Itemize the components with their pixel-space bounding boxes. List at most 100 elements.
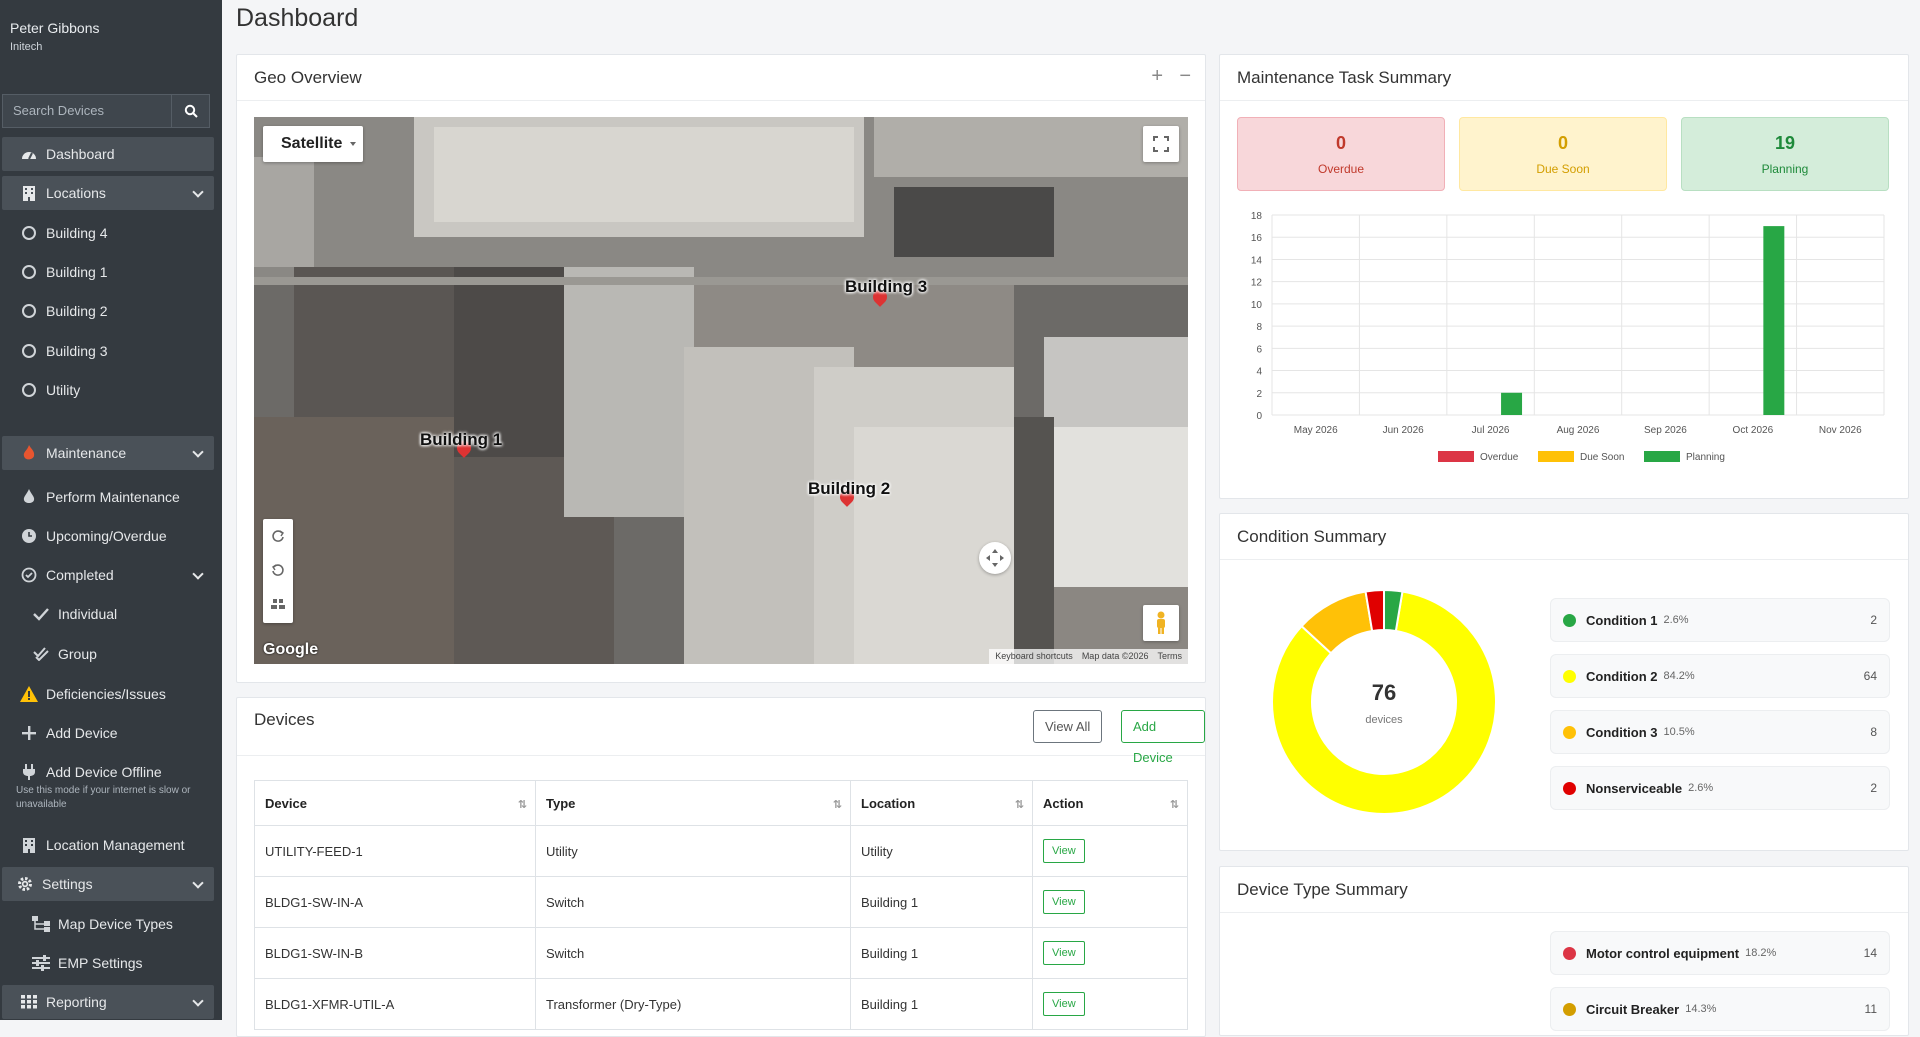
terms-link[interactable]: Terms <box>1158 651 1183 662</box>
legend-dot <box>1563 669 1576 683</box>
device-cell: BLDG1-XFMR-UTIL-A <box>254 978 536 1030</box>
nav-individual-label: Individual <box>58 606 118 622</box>
due-soon-stat[interactable]: 0 Due Soon <box>1459 117 1667 191</box>
maintenance-summary-card: Maintenance Task Summary 0 Overdue 0 Due S… <box>1219 54 1909 499</box>
type-cell: Transformer (Dry-Type) <box>535 978 851 1030</box>
nav-locations[interactable]: Locations <box>2 176 214 210</box>
devices-table: Device ⇅ Type ⇅ Location ⇅ Action ⇅ UTILITY-… <box>254 780 1188 1030</box>
nav-location-item[interactable]: Building 3 <box>2 334 214 368</box>
legend-swatch <box>1644 451 1680 462</box>
legend-dot <box>1563 781 1576 795</box>
tilt-button[interactable] <box>263 587 293 621</box>
nav-add-device[interactable]: Add Device <box>2 716 214 750</box>
nav-location-item[interactable]: Building 1 <box>2 255 214 289</box>
nav-settings[interactable]: Settings <box>2 867 214 901</box>
plug-icon <box>20 763 38 781</box>
nav-dashboard[interactable]: Dashboard <box>2 137 214 171</box>
legend-label: Due Soon <box>1580 452 1624 463</box>
nav-location-item[interactable]: Building 4 <box>2 216 214 250</box>
collapse-button[interactable]: − <box>1179 65 1191 88</box>
column-header-location[interactable]: Location ⇅ <box>850 780 1033 826</box>
view-button[interactable]: View <box>1043 890 1085 914</box>
satellite-imagery <box>254 117 1188 664</box>
building-icon <box>20 184 38 202</box>
condition-legend-item[interactable]: Condition 3 10.5% 8 <box>1550 710 1890 754</box>
plus-icon <box>20 724 38 742</box>
view-button[interactable]: View <box>1043 941 1085 965</box>
legend-count: 8 <box>1870 725 1877 739</box>
nav-location-item[interactable]: Utility <box>2 373 214 407</box>
nav-settings-label: Settings <box>42 876 93 892</box>
condition-legend-item[interactable]: Condition 2 84.2% 64 <box>1550 654 1890 698</box>
view-button[interactable]: View <box>1043 992 1085 1016</box>
fullscreen-button[interactable] <box>1143 126 1179 162</box>
search-input[interactable]: Search Devices <box>2 94 172 128</box>
expand-button[interactable]: + <box>1151 65 1163 88</box>
condition-legend-item[interactable]: Nonserviceable 2.6% 2 <box>1550 766 1890 810</box>
nav-individual[interactable]: Individual <box>2 597 214 631</box>
nav-upcoming-overdue[interactable]: Upcoming/Overdue <box>2 519 214 553</box>
column-header-action[interactable]: Action ⇅ <box>1032 780 1188 826</box>
column-header-type[interactable]: Type ⇅ <box>535 780 851 826</box>
nav-location-management[interactable]: Location Management <box>2 828 214 862</box>
warning-icon <box>20 685 38 703</box>
rotate-clockwise-button[interactable] <box>263 519 293 553</box>
nav-maintenance[interactable]: Maintenance <box>2 436 214 470</box>
device-type-summary-title: Device Type Summary <box>1220 867 1908 913</box>
nav-location-label: Utility <box>46 382 81 398</box>
nav-map-device-types[interactable]: Map Device Types <box>2 907 214 941</box>
satellite-map[interactable]: Satellite Building 3 Building 1 Building… <box>254 117 1188 664</box>
nav-location-mgmt-label: Location Management <box>46 837 185 853</box>
nav-group-label: Group <box>58 646 97 662</box>
x-tick-label: Jul 2026 <box>1472 425 1510 436</box>
nav-completed[interactable]: Completed <box>2 558 214 592</box>
device-type-legend-item[interactable]: Motor control equipment 18.2% 14 <box>1550 931 1890 975</box>
street-view-button[interactable] <box>1143 605 1179 641</box>
nav-emp-settings[interactable]: EMP Settings <box>2 946 214 980</box>
condition-legend-item[interactable]: Condition 1 2.6% 2 <box>1550 598 1890 642</box>
location-cell: Building 1 <box>850 876 1033 928</box>
search-button[interactable] <box>172 94 210 128</box>
nav-reporting-label: Reporting <box>46 994 107 1010</box>
map-pan-control[interactable] <box>979 542 1011 574</box>
add-device-button[interactable]: Add Device <box>1121 710 1205 765</box>
x-tick-label: Aug 2026 <box>1557 425 1600 436</box>
check-icon <box>32 605 50 623</box>
column-header-label: Type <box>546 795 576 811</box>
planning-stat[interactable]: 19 Planning <box>1681 117 1889 191</box>
device-type-legend-item[interactable]: Circuit Breaker 14.3% 11 <box>1550 987 1890 1031</box>
view-button[interactable]: View <box>1043 839 1085 863</box>
rotate-counterclockwise-button[interactable] <box>263 553 293 587</box>
circle-icon <box>20 263 38 281</box>
nav-reporting[interactable]: Reporting <box>2 985 214 1019</box>
nav-perform-maintenance[interactable]: Perform Maintenance <box>2 480 214 514</box>
legend-dot <box>1563 725 1576 739</box>
view-all-button[interactable]: View All <box>1033 710 1103 743</box>
device-type-summary-card: Device Type Summary Motor control equipm… <box>1219 866 1909 1036</box>
sitemap-icon <box>32 915 50 933</box>
user-info: Peter Gibbons Initech <box>0 0 222 94</box>
overdue-stat[interactable]: 0 Overdue <box>1237 117 1445 191</box>
overdue-count: 0 <box>1335 133 1346 153</box>
location-cell: Building 1 <box>850 927 1033 979</box>
legend-name: Circuit Breaker <box>1586 1001 1680 1017</box>
map-type-select[interactable]: Satellite <box>263 126 363 162</box>
nav-location-item[interactable]: Building 2 <box>2 294 214 328</box>
nav-group[interactable]: Group <box>2 637 214 671</box>
chevron-down-icon <box>192 995 204 1007</box>
legend-label: Planning <box>1686 452 1725 463</box>
sort-icon: ⇅ <box>517 799 527 811</box>
nav-location-label: Building 1 <box>46 264 108 280</box>
google-logo: Google <box>263 641 319 658</box>
nav-deficiencies[interactable]: Deficiencies/Issues <box>2 677 214 711</box>
legend-percent: 84.2% <box>1663 670 1695 682</box>
action-cell: View <box>1032 978 1188 1030</box>
maintenance-summary-title: Maintenance Task Summary <box>1220 55 1908 101</box>
legend-count: 2 <box>1870 781 1877 795</box>
keyboard-shortcuts-link[interactable]: Keyboard shortcuts <box>995 651 1073 662</box>
column-header-device[interactable]: Device ⇅ <box>254 780 536 826</box>
legend-dot <box>1563 946 1576 960</box>
bar-planning <box>1501 392 1523 415</box>
legend-count: 14 <box>1863 946 1877 960</box>
user-name: Peter Gibbons <box>10 20 100 36</box>
